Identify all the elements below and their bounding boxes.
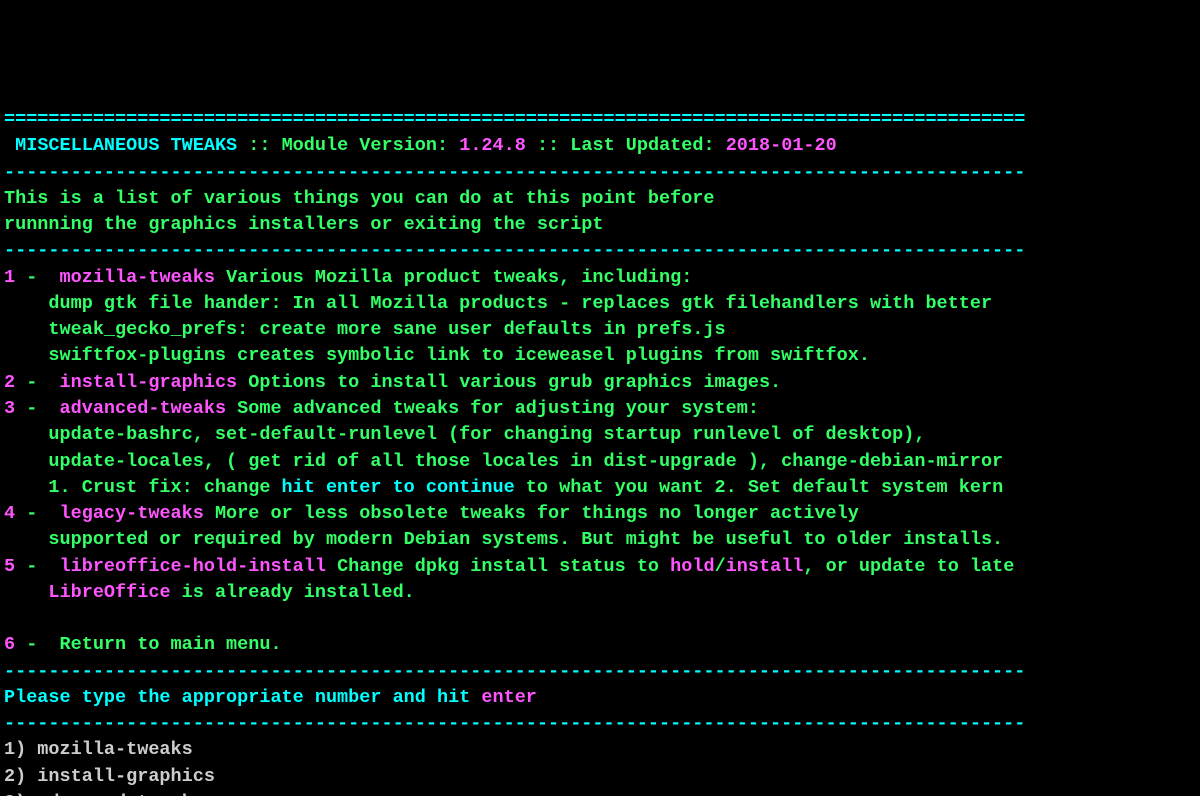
menu-item-3-desc: Some advanced tweaks for adjusting your … [237, 398, 759, 419]
menu-item-5-libre: LibreOffice [48, 582, 170, 603]
separator-top: ========================================… [4, 109, 1025, 130]
menu-item-5-desc-e: , or update to late [803, 556, 1014, 577]
blank-line [4, 608, 15, 629]
header-space [4, 135, 15, 156]
dash: - [15, 556, 48, 577]
select-option-1[interactable]: 1) mozilla-tweaks [4, 739, 193, 760]
menu-item-2-num[interactable]: 2 [4, 372, 15, 393]
menu-item-5-desc-a: Change dpkg install status to [337, 556, 670, 577]
menu-item-4-num[interactable]: 4 [4, 503, 15, 524]
header-title: MISCELLANEOUS TWEAKS [15, 135, 237, 156]
menu-item-3-num[interactable]: 3 [4, 398, 15, 419]
separator-dash-3: ----------------------------------------… [4, 661, 1025, 682]
menu-item-5-pad [4, 582, 48, 603]
menu-item-3-line-3: update-locales, ( get rid of all those l… [4, 451, 1003, 472]
menu-item-1-name[interactable]: mozilla-tweaks [48, 267, 226, 288]
dash: - [15, 634, 48, 655]
header-sep2: :: [526, 135, 570, 156]
menu-item-2-name[interactable]: install-graphics [48, 372, 248, 393]
menu-item-1-line-4: swiftfox-plugins creates symbolic link t… [4, 345, 870, 366]
dash: - [15, 372, 48, 393]
menu-item-3-name[interactable]: advanced-tweaks [48, 398, 237, 419]
menu-item-3-line-4a: 1. Crust fix: change [4, 477, 282, 498]
prompt-text: Please type the appropriate number and h… [4, 687, 481, 708]
menu-item-1-line-2: dump gtk file hander: In all Mozilla pro… [4, 293, 992, 314]
menu-item-1-num[interactable]: 1 [4, 267, 15, 288]
menu-item-2-desc: Options to install various grub graphics… [248, 372, 781, 393]
header-sep1: :: [237, 135, 281, 156]
menu-item-4-name[interactable]: legacy-tweaks [48, 503, 215, 524]
separator-dash-2: ----------------------------------------… [4, 240, 1025, 261]
menu-item-3-line-2: update-bashrc, set-default-runlevel (for… [4, 424, 925, 445]
menu-item-1-line-3: tweak_gecko_prefs: create more sane user… [4, 319, 726, 340]
dash: - [15, 503, 48, 524]
menu-item-5-name[interactable]: libreoffice-hold-install [48, 556, 337, 577]
menu-item-3-highlight: hit enter to continue [282, 477, 515, 498]
menu-item-5-line-2c: is already installed. [171, 582, 415, 603]
menu-item-5-slash: / [715, 556, 726, 577]
header-updated-label: Last Updated: [570, 135, 714, 156]
menu-item-4-desc: More or less obsolete tweaks for things … [215, 503, 859, 524]
dash: - [15, 267, 48, 288]
header-version: 1.24.8 [459, 135, 526, 156]
intro-line-1: This is a list of various things you can… [4, 188, 715, 209]
header-module-label: Module Version: [282, 135, 449, 156]
menu-item-4-line-2: supported or required by modern Debian s… [4, 529, 1003, 550]
dash: - [15, 398, 48, 419]
header-updated-date: 2018-01-20 [726, 135, 837, 156]
select-option-2[interactable]: 2) install-graphics [4, 766, 215, 787]
menu-item-6-num[interactable]: 6 [4, 634, 15, 655]
menu-item-5-hold: hold [670, 556, 714, 577]
menu-item-6-desc: Return to main menu. [48, 634, 281, 655]
menu-item-5-num[interactable]: 5 [4, 556, 15, 577]
select-option-3[interactable]: 3) advanced-tweaks [4, 792, 204, 796]
intro-line-2: runnning the graphics installers or exit… [4, 214, 604, 235]
menu-item-3-line-4c: to what you want 2. Set default system k… [515, 477, 1003, 498]
menu-item-1-desc: Various Mozilla product tweaks, includin… [226, 267, 692, 288]
menu-item-5-install: install [726, 556, 804, 577]
separator-dash-1: ----------------------------------------… [4, 162, 1025, 183]
prompt-enter: enter [481, 687, 537, 708]
separator-dash-4: ----------------------------------------… [4, 713, 1025, 734]
